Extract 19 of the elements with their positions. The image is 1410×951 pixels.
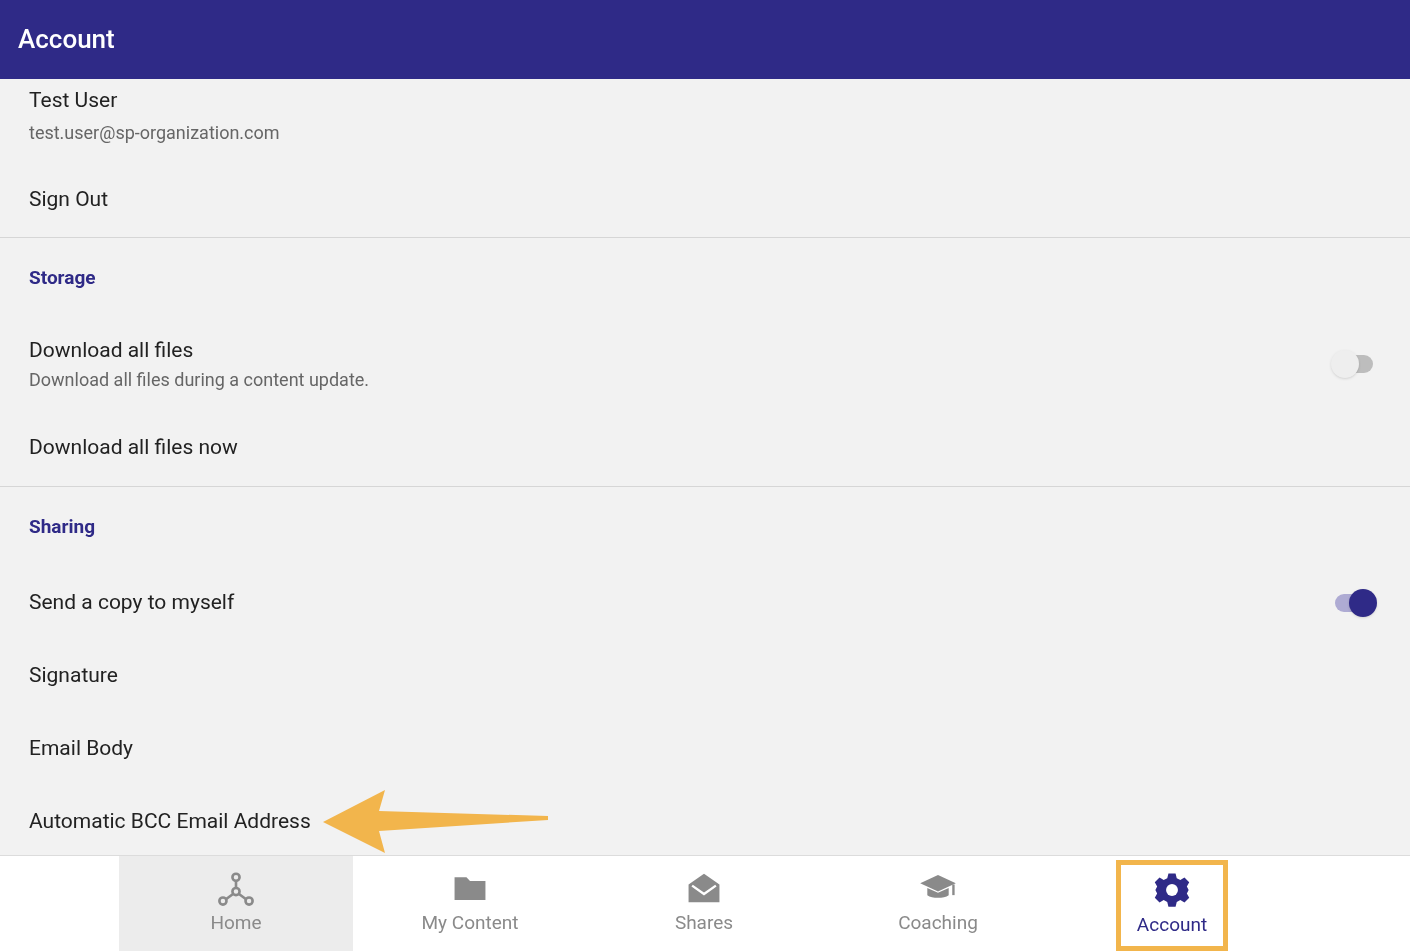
- setting-title: Download all files: [29, 336, 195, 364]
- nav-tab[interactable]: Coaching: [821, 856, 1055, 951]
- section-header: Storage: [29, 264, 96, 291]
- settings-item[interactable]: Signature: [29, 639, 1381, 712]
- settings-item[interactable]: Send a copy to myself: [29, 567, 1381, 639]
- nav-tab[interactable]: My Content: [353, 856, 587, 951]
- settings-icon: [1153, 871, 1191, 910]
- settings-item[interactable]: Sign Out: [29, 169, 1381, 237]
- setting-description: Download all files during a content update.: [29, 368, 370, 393]
- setting-title: Send a copy to myself: [29, 589, 235, 617]
- section-header: Sharing: [29, 513, 95, 540]
- settings-item[interactable]: Automatic BCC Email Address: [29, 785, 1381, 855]
- app-bar-title: Account: [18, 23, 115, 56]
- nav-tab[interactable]: Account: [1055, 856, 1289, 951]
- settings-item[interactable]: Download all files now: [29, 410, 1381, 486]
- settings-item[interactable]: Download all files Download all files during a content update.: [29, 318, 1381, 410]
- settings-item[interactable]: Email Body: [29, 712, 1381, 785]
- user-email: test.user@sp-organization.com: [29, 120, 281, 145]
- user-name: Test User: [29, 87, 119, 114]
